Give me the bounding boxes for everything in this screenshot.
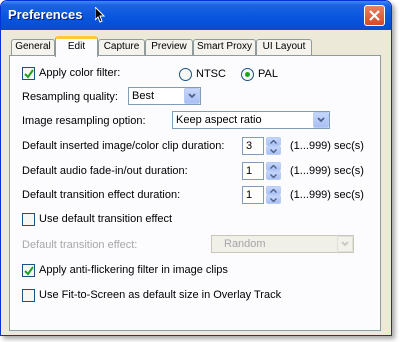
chevron-down-icon: [317, 117, 325, 123]
preferences-dialog: Preferences General Edit Capture Preview…: [0, 0, 392, 336]
window-title: Preferences: [8, 7, 83, 22]
tab-smart-proxy[interactable]: Smart Proxy: [193, 39, 256, 55]
default-transition-select: Random: [211, 235, 354, 253]
tab-edit[interactable]: Edit: [55, 36, 98, 57]
arrow-down-icon: [270, 149, 277, 153]
chevron-down-icon: [341, 241, 349, 247]
checkmark-icon: [24, 69, 34, 79]
title-bar[interactable]: Preferences: [1, 1, 391, 30]
audio-fade-spinner: [266, 162, 281, 180]
color-filter-label: Apply color filter:: [39, 67, 121, 79]
resampling-quality-select[interactable]: Best: [128, 87, 201, 105]
clip-duration-range: (1...999) sec(s): [290, 140, 364, 152]
arrow-down-icon: [270, 198, 277, 202]
image-resampling-value: Keep aspect ratio: [176, 114, 262, 126]
tab-preview[interactable]: Preview: [145, 39, 193, 55]
arrow-up-icon: [270, 165, 277, 169]
arrow-down-icon: [270, 174, 277, 178]
ntsc-radio[interactable]: [179, 68, 192, 81]
clip-duration-input[interactable]: 3: [242, 137, 264, 155]
image-resampling-label: Image resampling option:: [22, 115, 146, 127]
edit-tab-panel: Apply color filter: NTSC PAL Resampling …: [9, 55, 381, 331]
default-transition-dropdown-button: [337, 236, 353, 252]
fit-to-screen-checkbox[interactable]: [22, 289, 35, 302]
transition-duration-label: Default transition effect duration:: [22, 189, 181, 201]
audio-fade-range: (1...999) sec(s): [290, 165, 364, 177]
resampling-quality-dropdown-button[interactable]: [184, 88, 200, 104]
fit-to-screen-label: Use Fit-to-Screen as default size in Ove…: [39, 289, 282, 301]
tab-ui-layout[interactable]: UI Layout: [256, 39, 312, 55]
ntsc-label: NTSC: [196, 68, 226, 80]
close-button[interactable]: [364, 5, 385, 26]
image-resampling-dropdown-button[interactable]: [313, 112, 329, 128]
audio-fade-input[interactable]: 1: [242, 162, 264, 180]
image-resampling-select[interactable]: Keep aspect ratio: [172, 111, 330, 129]
transition-duration-range: (1...999) sec(s): [290, 189, 364, 201]
default-transition-label: Default transition effect:: [22, 239, 138, 251]
default-transition-value: Random: [224, 238, 266, 250]
transition-duration-down-button[interactable]: [266, 195, 281, 204]
tab-capture[interactable]: Capture: [98, 39, 145, 55]
checkmark-icon: [24, 266, 34, 276]
use-default-transition-checkbox[interactable]: [22, 213, 35, 226]
anti-flicker-label: Apply anti-flickering filter in image cl…: [39, 264, 228, 276]
clip-duration-spinner: [266, 137, 281, 155]
mouse-cursor-icon: [94, 5, 106, 26]
color-filter-checkbox[interactable]: [22, 67, 35, 80]
close-icon: [369, 10, 380, 21]
tab-general[interactable]: General: [11, 39, 55, 55]
arrow-up-icon: [270, 189, 277, 193]
audio-fade-down-button[interactable]: [266, 171, 281, 180]
audio-fade-label: Default audio fade-in/out duration:: [22, 165, 188, 177]
pal-radio[interactable]: [241, 68, 254, 81]
audio-fade-up-button[interactable]: [266, 162, 281, 171]
resampling-quality-label: Resampling quality:: [22, 91, 118, 103]
clip-duration-label: Default inserted image/color clip durati…: [22, 140, 225, 152]
transition-duration-up-button[interactable]: [266, 186, 281, 195]
use-default-transition-label: Use default transition effect: [39, 213, 173, 225]
arrow-up-icon: [270, 140, 277, 144]
transition-duration-input[interactable]: 1: [242, 186, 264, 204]
transition-duration-spinner: [266, 186, 281, 204]
resampling-quality-value: Best: [132, 90, 155, 102]
radio-selected-dot: [245, 72, 250, 77]
clip-duration-up-button[interactable]: [266, 137, 281, 146]
pal-label: PAL: [258, 68, 278, 80]
clip-duration-down-button[interactable]: [266, 146, 281, 155]
anti-flicker-checkbox[interactable]: [22, 264, 35, 277]
chevron-down-icon: [188, 93, 196, 99]
